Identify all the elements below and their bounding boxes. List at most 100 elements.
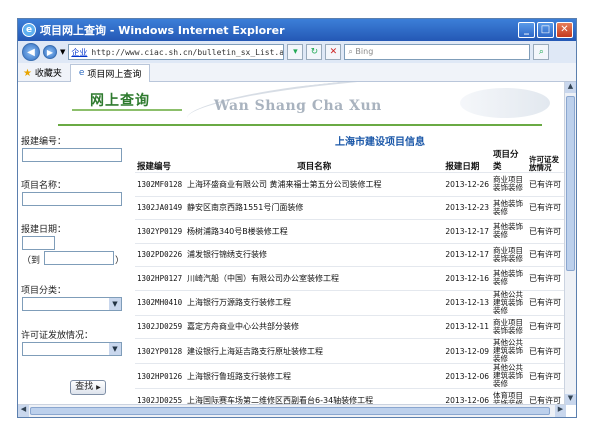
results-panel: 上海市建设项目信息 报建编号 项目名称 报建日期 项目分类 许可证发放情况 13… <box>135 126 565 405</box>
scroll-left-icon[interactable]: ◀ <box>18 405 29 417</box>
search-form: 报建编号： 项目名称： 报建日期： （到 ） 项目分类： ▼ 许可证发放情况： … <box>18 126 135 395</box>
scroll-right-icon[interactable]: ▶ <box>555 405 566 417</box>
results-table: 报建编号 项目名称 报建日期 项目分类 许可证发放情况 1302MF0128 上海… <box>135 148 565 405</box>
site-logo: 网上查询 <box>90 93 150 109</box>
window-title: 项目网上查询 - Windows Internet Explorer <box>40 24 285 37</box>
cell-date: 2013-12-13 <box>443 289 491 315</box>
hscroll-thumb[interactable] <box>30 407 550 415</box>
cell-category: 其他公共建筑装饰装修 <box>491 338 527 364</box>
cell-name: 上海国际赛车场第二维修区西副看台6-34轴装修工程 <box>185 388 444 405</box>
cell-category: 其他装饰装修 <box>491 195 527 220</box>
banner-english-text: Wan Shang Cha Xun <box>214 98 382 114</box>
cell-category: 其他装饰装修 <box>491 266 527 290</box>
cell-category: 商业项目装饰装修 <box>491 172 527 196</box>
table-row[interactable]: 1302HP0127 川崎汽船（中国）有限公司办公室装修工程 2013-12-16 其… <box>135 266 565 290</box>
table-row[interactable]: 1302JA0149 静安区南京西路1551号门面装修 2013-12-23 其他装饰… <box>135 195 565 220</box>
favorites-button[interactable]: ★ 收藏夹 <box>23 66 62 79</box>
cell-code: 1302YP0128 <box>135 338 185 364</box>
cell-code: 1302MH0410 <box>135 289 185 315</box>
site-banner: 网上查询 Wan Shang Cha Xun <box>18 82 566 132</box>
enterprise-link[interactable]: 企业 <box>71 47 87 58</box>
cell-name: 建设银行上海延吉路支行原址装修工程 <box>185 338 444 364</box>
date-to-input[interactable] <box>44 251 114 265</box>
title-bar: e 项目网上查询 - Windows Internet Explorer _ □… <box>18 19 576 41</box>
chevron-down-icon: ▼ <box>109 343 121 355</box>
search-placeholder: Bing <box>355 47 374 56</box>
date-to-open: （到 <box>22 256 41 266</box>
col-header-date: 报建日期 <box>445 162 480 172</box>
tab-project-query[interactable]: e 项目网上查询 <box>69 63 151 82</box>
cell-name: 静安区南京西路1551号门面装修 <box>185 195 444 220</box>
cell-permit: 已有许可 <box>527 172 565 196</box>
cell-permit: 已有许可 <box>527 242 565 267</box>
table-row[interactable]: 1302HP0126 上海银行鲁班路支行装修工程 2013-12-06 其他公共建筑装… <box>135 363 565 389</box>
search-go-button[interactable]: ⌕ <box>533 44 550 60</box>
favorites-label: 收藏夹 <box>34 68 62 79</box>
maximize-button[interactable]: □ <box>537 22 554 38</box>
ie-logo-icon: e <box>22 23 36 37</box>
url-text: http://www.ciac.sh.cn/bulletin_sx_List.a… <box>91 47 285 57</box>
cell-code: 1302JD0255 <box>135 388 185 405</box>
cell-date: 2013-12-09 <box>443 338 491 364</box>
url-input[interactable]: 企业 http://www.ciac.sh.cn/bulletin_sx_Lis… <box>68 44 285 60</box>
table-row[interactable]: 1302PD0226 浦发银行锦绣支行装修 2013-12-17 商业项目装饰装修 已有… <box>135 242 565 267</box>
cell-category: 其他公共建筑装饰装修 <box>491 289 527 315</box>
cell-code: 1302JA0149 <box>135 195 185 220</box>
star-icon: ★ <box>23 67 32 79</box>
permit-label: 许可证发放情况： <box>21 331 94 341</box>
back-button[interactable]: ◀ <box>22 43 40 61</box>
date-from-input[interactable] <box>22 236 55 250</box>
cell-category: 商业项目装饰装修 <box>491 242 527 267</box>
col-header-name: 项目名称 <box>297 162 332 172</box>
col-header-code: 报建编号 <box>137 162 172 172</box>
project-name-label: 项目名称： <box>21 181 67 191</box>
search-input[interactable]: ⌕ Bing <box>344 44 531 60</box>
cell-date: 2013-12-17 <box>443 242 491 267</box>
cell-category: 体育项目装饰装修 <box>491 388 527 405</box>
stop-button[interactable]: ✕ <box>325 44 342 60</box>
permit-select[interactable]: ▼ <box>22 342 122 356</box>
cell-name: 上海银行万源路支行装修工程 <box>185 289 444 315</box>
forward-button[interactable]: ▶ <box>43 45 57 59</box>
nav-dropdown-icon[interactable]: ▼ <box>60 48 65 56</box>
minimize-button[interactable]: _ <box>518 22 535 38</box>
category-select[interactable]: ▼ <box>22 297 122 311</box>
scroll-thumb[interactable] <box>566 96 575 271</box>
table-row[interactable]: 1302MF0128 上海环盛商业有限公司 黄浦来福士第五分公司装修工程 2013-… <box>135 172 565 196</box>
results-title: 上海市建设项目信息 <box>335 137 425 148</box>
table-header-row: 报建编号 项目名称 报建日期 项目分类 许可证发放情况 <box>135 148 565 173</box>
cell-name: 上海银行鲁班路支行装修工程 <box>185 363 444 389</box>
report-date-label: 报建日期： <box>21 225 67 235</box>
search-button[interactable]: 查找 ▶ <box>70 380 106 395</box>
table-row[interactable]: 1302JD0259 嘉定方舟商业中心公共部分装修 2013-12-11 商业项目装饰… <box>135 314 565 339</box>
refresh-button[interactable]: ↻ <box>306 44 323 60</box>
cell-name: 嘉定方舟商业中心公共部分装修 <box>185 314 444 339</box>
table-row[interactable]: 1302MH0410 上海银行万源路支行装修工程 2013-12-13 其他公共建筑装… <box>135 289 565 315</box>
table-row[interactable]: 1302YP0129 杨树浦路340号B楼装修工程 2013-12-17 其他装饰装修… <box>135 219 565 243</box>
close-button[interactable]: ✕ <box>556 22 573 38</box>
cell-date: 2013-12-11 <box>443 314 491 339</box>
search-button-label: 查找 <box>75 382 94 392</box>
report-no-input[interactable] <box>22 148 122 162</box>
vertical-scrollbar[interactable]: ▲ ▼ <box>564 82 576 405</box>
table-row[interactable]: 1302YP0128 建设银行上海延吉路支行原址装修工程 2013-12-09 其他公… <box>135 338 565 364</box>
cell-code: 1302JD0259 <box>135 314 185 339</box>
browser-window: e 项目网上查询 - Windows Internet Explorer _ □… <box>17 18 577 418</box>
cell-name: 川崎汽船（中国）有限公司办公室装修工程 <box>185 266 444 290</box>
cell-code: 1302YP0129 <box>135 219 185 243</box>
project-name-input[interactable] <box>22 192 122 206</box>
banner-decoration <box>460 88 550 118</box>
category-label: 项目分类： <box>21 286 67 296</box>
cell-date: 2013-12-17 <box>443 219 491 243</box>
scroll-up-icon[interactable]: ▲ <box>565 82 576 93</box>
url-dropdown-button[interactable]: ▾ <box>287 44 304 60</box>
scroll-down-icon[interactable]: ▼ <box>565 394 576 405</box>
col-header-category: 项目分类 <box>493 150 519 172</box>
horizontal-scrollbar[interactable]: ◀ ▶ <box>18 404 566 417</box>
cell-date: 2013-12-06 <box>443 363 491 389</box>
cell-name: 上海环盛商业有限公司 黄浦来福士第五分公司装修工程 <box>185 172 444 196</box>
page-content: 网上查询 Wan Shang Cha Xun 报建编号： 项目名称： 报建日期：… <box>18 82 566 405</box>
cell-permit: 已有许可 <box>527 195 565 220</box>
table-row[interactable]: 1302JD0255 上海国际赛车场第二维修区西副看台6-34轴装修工程 2013-… <box>135 388 565 405</box>
cell-date: 2013-12-06 <box>443 388 491 405</box>
